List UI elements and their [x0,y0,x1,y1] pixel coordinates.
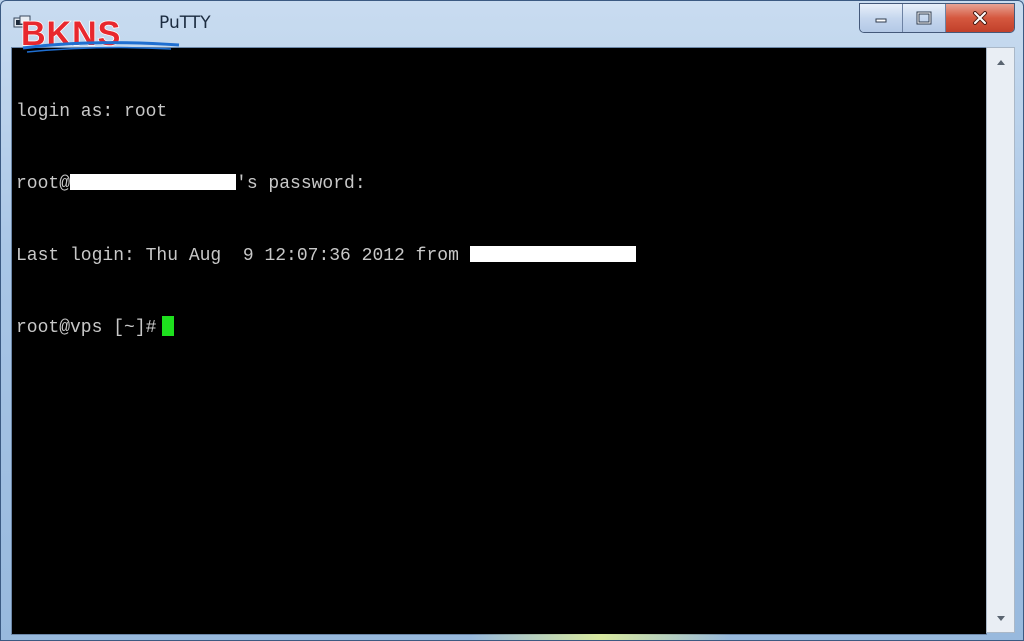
scroll-down-arrow-icon [996,615,1005,621]
window-bottom-glow [471,634,731,640]
window-controls [859,3,1015,33]
terminal-screen[interactable]: login as: root root@ 's password: Last lo… [11,47,987,635]
terminal-line-password: root@ 's password: [16,172,636,196]
redacted-ip-address [469,246,636,262]
terminal-line-login: login as: root [16,100,636,124]
bkns-logo: BKNS [20,14,189,55]
putty-window: PuTTY BKNS login as: root root@ 's passw… [0,0,1024,641]
terminal-text: Last login: Thu Aug 9 12:07:36 2012 from [16,246,470,266]
terminal-text: root@ [16,174,71,194]
maximize-icon [916,11,932,25]
close-icon [973,11,987,25]
terminal-text: 's password: [236,174,366,194]
terminal-cursor [162,316,175,336]
close-button[interactable] [946,4,1014,32]
redacted-hostname [70,174,237,190]
terminal-line-prompt: root@vps [~]# [16,316,636,340]
terminal-text: login as: root [16,102,168,122]
vertical-scrollbar[interactable] [986,47,1015,633]
minimize-icon [875,18,887,23]
shell-prompt: root@vps [~]# [16,318,157,338]
terminal-line-last-login: Last login: Thu Aug 9 12:07:36 2012 from [16,244,636,268]
scroll-up-button[interactable] [987,50,1014,74]
minimize-button[interactable] [860,4,903,32]
scroll-up-arrow-icon [996,59,1005,65]
maximize-button[interactable] [903,4,946,32]
scroll-down-button[interactable] [987,606,1014,630]
